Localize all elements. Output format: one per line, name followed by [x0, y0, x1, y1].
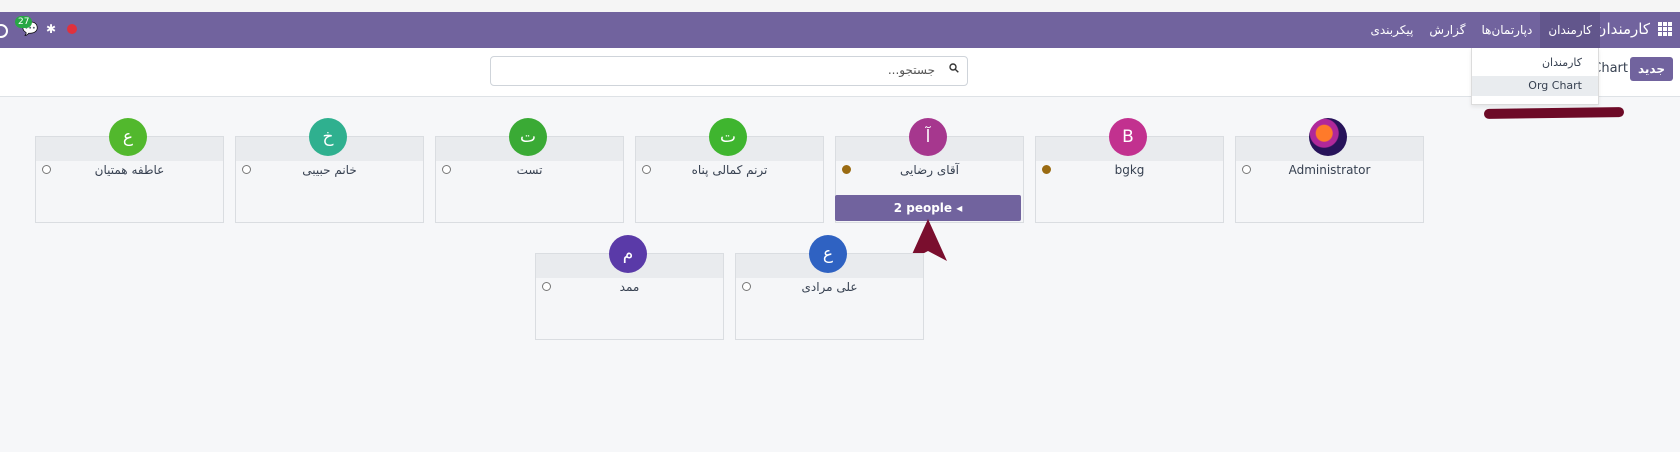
main-menu: کارمندان دپارتمان‌ها گزارش پیکربندی [1362, 12, 1600, 48]
search-placeholder: جستجو... [887, 63, 935, 77]
menu-employees[interactable]: کارمندان [1540, 12, 1600, 48]
subordinates-toggle-button[interactable]: 2 people ◂ [835, 195, 1021, 221]
employee-name[interactable]: Administrator [1236, 163, 1423, 177]
employee-name[interactable]: علی مرادی [736, 280, 923, 294]
employee-name[interactable]: تست [436, 163, 623, 177]
top-navbar: کارمندان کارمندان دپارتمان‌ها گزارش پیکر… [0, 12, 1680, 48]
employee-avatar[interactable]: ع [109, 118, 147, 156]
employee-avatar[interactable]: ت [509, 118, 547, 156]
dropdown-item-org-chart[interactable]: Org Chart [1472, 76, 1598, 96]
employee-avatar[interactable]: م [609, 235, 647, 273]
employee-name[interactable]: عاطفه همتیان [36, 163, 223, 177]
employee-name[interactable]: خانم حبیبی [236, 163, 423, 177]
subordinates-label: 2 people [893, 201, 953, 215]
employee-name[interactable]: ممد [536, 280, 723, 294]
menu-configuration[interactable]: پیکربندی [1362, 12, 1421, 48]
messages-count-badge: 27 [15, 16, 33, 28]
browser-top-strip [0, 0, 1680, 12]
employee-name[interactable]: ترنم کمالی پناه [636, 163, 823, 177]
dropdown-item-employees[interactable]: کارمندان [1542, 56, 1582, 69]
activity-icon[interactable] [0, 24, 8, 38]
employee-avatar[interactable]: آ [909, 118, 947, 156]
employee-avatar[interactable]: ت [709, 118, 747, 156]
menu-departments[interactable]: دپارتمان‌ها [1473, 12, 1540, 48]
caret-left-icon: ◂ [956, 201, 963, 215]
employee-name[interactable]: آقای رضایی [836, 163, 1023, 177]
view-dropdown-menu: کارمندان Org Chart [1471, 48, 1599, 105]
annotation-underline [1483, 107, 1625, 119]
new-button[interactable]: جدید [1629, 57, 1673, 81]
status-dot-icon[interactable] [67, 24, 77, 34]
control-panel: جدید Chart جستجو... [0, 48, 1680, 97]
search-input[interactable]: جستجو... [490, 56, 968, 86]
employee-name[interactable]: bgkg [1036, 163, 1223, 177]
app-brand[interactable]: کارمندان [1595, 20, 1650, 38]
employee-avatar[interactable] [1309, 118, 1347, 156]
employee-avatar[interactable]: خ [309, 118, 347, 156]
employee-avatar[interactable]: B [1109, 118, 1147, 156]
search-icon [949, 63, 959, 73]
systray: 💬 27 ✱ [0, 12, 90, 48]
apps-grid-icon[interactable] [1658, 22, 1672, 36]
menu-reporting[interactable]: گزارش [1421, 12, 1473, 48]
employee-avatar[interactable]: ع [809, 235, 847, 273]
debug-icon[interactable]: ✱ [46, 22, 56, 36]
